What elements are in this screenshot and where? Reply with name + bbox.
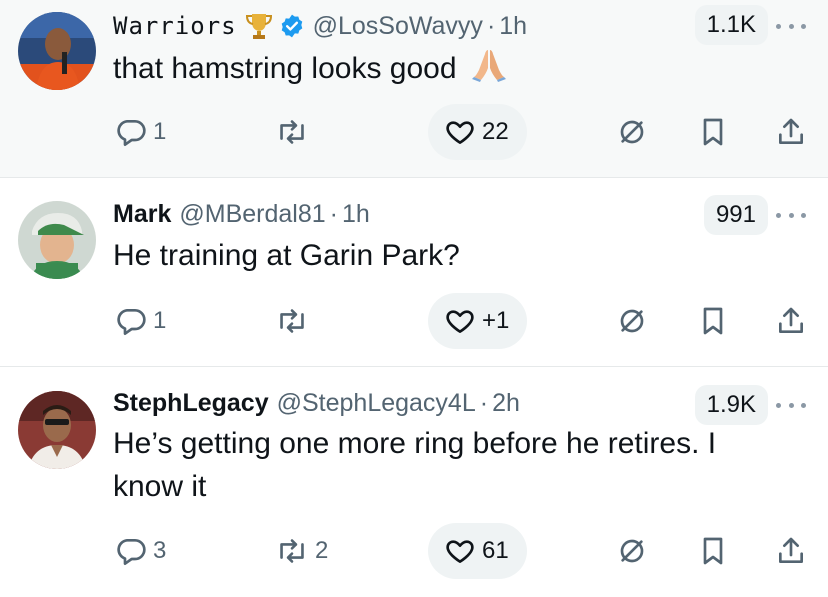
repost-icon [280,120,304,144]
reply-icon [117,309,146,335]
bookmark-button[interactable] [697,523,729,579]
share-button[interactable] [775,293,807,349]
reply-count: 1 [153,307,167,334]
reply-icon [117,120,146,146]
repost-button[interactable] [275,293,309,349]
share-button[interactable] [775,104,807,160]
reply-button[interactable]: 1 [115,104,166,160]
tweet-card[interactable]: Mark @MBerdal81 · 1h 991 He training at … [0,179,828,367]
repost-count: 2 [315,537,329,564]
tweet-card[interactable]: Warriors @LosSoWavyy · 1h 1.1K that hams… [0,0,828,178]
views-hidden-icon [620,120,644,144]
action-bar: 1 22 [0,104,828,160]
praying-hands-icon [471,46,507,94]
bookmark-button[interactable] [697,104,729,160]
repost-button[interactable]: 2 [275,523,328,579]
trophy-icon [245,11,273,41]
separator-dot: · [486,11,496,40]
tweet-text: that hamstring looks good [113,46,793,94]
like-count: +1 [482,307,510,334]
reply-count: 3 [153,537,167,564]
hide-stats-button[interactable] [616,104,648,160]
timestamp[interactable]: 1h [499,12,527,41]
views-hidden-icon [620,309,644,333]
verified-badge-icon [279,13,305,39]
view-count-badge[interactable]: 991 [703,195,768,235]
more-options-icon[interactable] [776,16,806,36]
separator-dot: · [479,388,489,417]
user-handle[interactable]: @LosSoWavyy [313,12,483,41]
display-name[interactable]: Mark [113,200,171,229]
tweet-text: He training at Garin Park? [113,239,460,272]
heart-icon [446,310,474,333]
like-button[interactable]: 61 [428,523,527,579]
like-button[interactable]: +1 [428,293,528,349]
avatar[interactable] [18,201,96,279]
bookmark-icon [703,118,723,146]
like-button[interactable]: 22 [428,104,527,160]
views-hidden-icon [620,539,644,563]
share-icon [779,307,803,333]
reply-button[interactable]: 1 [115,293,166,349]
hide-stats-button[interactable] [616,523,648,579]
display-name[interactable]: StephLegacy [113,389,269,418]
repost-icon [280,309,304,333]
tweet-card[interactable]: StephLegacy @StephLegacy4L · 2h 1.9K He’… [0,368,828,597]
share-icon [779,118,803,144]
like-count: 22 [482,118,509,145]
timestamp[interactable]: 1h [342,200,370,229]
view-count-badge[interactable]: 1.9K [694,385,768,425]
more-options-icon[interactable] [776,205,806,225]
bookmark-icon [703,537,723,565]
share-button[interactable] [775,523,807,579]
separator-dot: · [329,199,338,228]
tweet-header: StephLegacy @StephLegacy4L · 2h [113,386,520,420]
repost-button[interactable] [275,104,309,160]
action-bar: 1 +1 [0,293,828,349]
tweet-header: Warriors @LosSoWavyy · 1h [113,9,527,43]
timestamp[interactable]: 2h [492,389,520,418]
tweet-text: He’s getting one more ring before he ret… [113,427,717,503]
user-handle[interactable]: @StephLegacy4L [277,389,476,418]
reply-button[interactable]: 3 [115,523,166,579]
reply-count: 1 [153,118,167,145]
avatar[interactable] [18,12,96,90]
hide-stats-button[interactable] [616,293,648,349]
heart-icon [446,540,474,563]
bookmark-button[interactable] [697,293,729,349]
repost-icon [280,539,304,563]
more-options-icon[interactable] [776,395,806,415]
reply-icon [117,539,146,565]
share-icon [779,537,803,563]
action-bar: 3 2 61 [0,523,828,579]
like-count: 61 [482,537,509,564]
user-handle[interactable]: @MBerdal81 [179,200,325,229]
tweet-header: Mark @MBerdal81 · 1h [113,197,370,231]
heart-icon [446,121,474,144]
avatar[interactable] [18,391,96,469]
display-name[interactable]: Warriors [113,12,237,40]
bookmark-icon [703,307,723,335]
view-count-badge[interactable]: 1.1K [694,5,768,45]
tweet-text-body: that hamstring looks good [113,52,457,85]
